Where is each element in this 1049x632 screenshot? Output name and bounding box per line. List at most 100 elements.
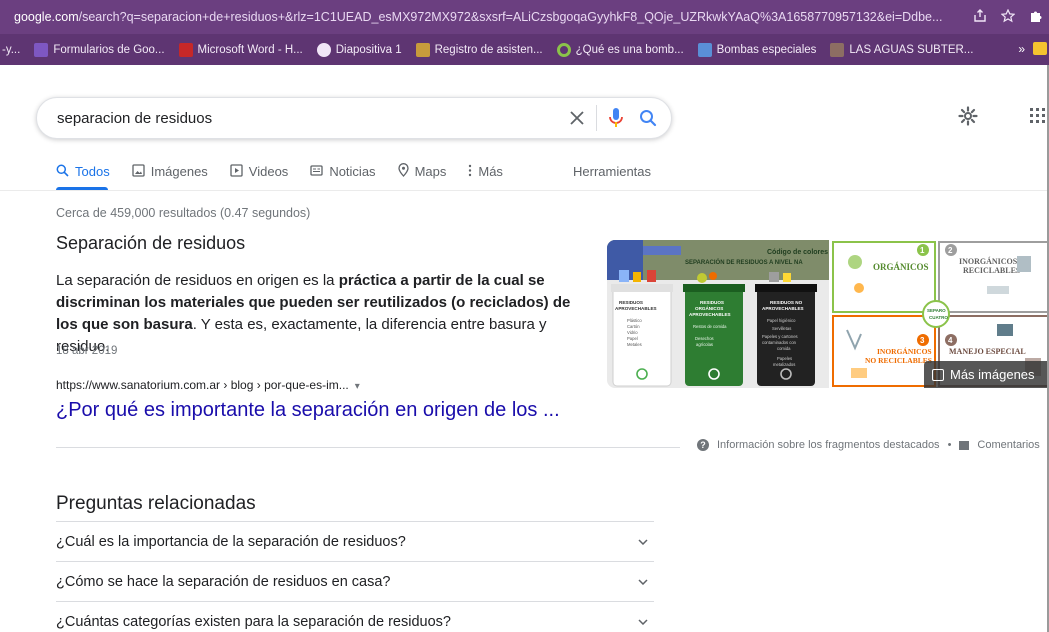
pump-icon (697, 42, 712, 57)
chevron-down-icon[interactable] (638, 617, 648, 627)
tab-maps[interactable]: Maps (397, 163, 447, 180)
search-tabs: Todos Imágenes Videos Noticias Maps Más (56, 163, 525, 180)
search-icon[interactable] (639, 109, 657, 127)
more-images-button[interactable]: Más imágenes (924, 361, 1049, 388)
url-path: /search?q=separacion+de+residuos+&rlz=1C… (78, 10, 943, 24)
svg-text:Papel: Papel (627, 336, 638, 341)
tab-imagenes[interactable]: Imágenes (132, 163, 208, 180)
svg-text:Restos de comida: Restos de comida (693, 324, 727, 329)
svg-text:Papeles: Papeles (777, 356, 792, 361)
microphone-icon[interactable] (609, 108, 623, 128)
tab-videos[interactable]: Videos (230, 163, 289, 180)
svg-text:metalizados: metalizados (773, 362, 795, 367)
search-box[interactable]: separacion de residuos (36, 97, 672, 139)
snippet-info-link[interactable]: Información sobre los fragmentos destaca… (717, 439, 940, 451)
snippet-text-part: La separación de residuos en origen es l… (56, 272, 339, 289)
svg-text:Papel higiénico: Papel higiénico (767, 318, 796, 323)
bookmark-item[interactable]: ¿Qué es una bomb... (556, 42, 684, 57)
tab-todos[interactable]: Todos (56, 164, 110, 180)
related-questions-title: Preguntas relacionadas (56, 493, 256, 514)
bookmark-label: LAS AGUAS SUBTER... (849, 43, 974, 56)
svg-text:1: 1 (920, 246, 925, 255)
bookmark-item[interactable]: -y... (2, 44, 20, 56)
tab-noticias[interactable]: Noticias (310, 164, 376, 180)
tab-label: Más (478, 164, 503, 179)
svg-text:2: 2 (948, 246, 953, 255)
clear-icon[interactable] (570, 107, 584, 129)
svg-text:Papeles y cartones: Papeles y cartones (762, 334, 798, 339)
question-text: ¿Cuántas categorías existen para la sepa… (56, 613, 451, 630)
more-vert-icon (468, 164, 472, 180)
video-icon (230, 163, 243, 180)
svg-text:comida: comida (777, 346, 791, 351)
settings-gear-icon[interactable] (958, 106, 978, 131)
result-cite[interactable]: https://www.sanatorium.com.ar › blog › p… (56, 378, 360, 392)
bookmark-item[interactable]: Registro de asisten... (415, 42, 543, 57)
bookmarks-overflow-button[interactable]: » (1018, 42, 1025, 56)
word-icon (178, 42, 193, 57)
feedback-flag-icon (959, 440, 970, 450)
result-title-link[interactable]: ¿Por qué es importante la separación en … (56, 399, 560, 422)
share-icon[interactable] (973, 8, 987, 26)
snippet-feedback: ? Información sobre los fragmentos desta… (697, 439, 1040, 451)
svg-text:ORGÁNICOS: ORGÁNICOS (695, 305, 723, 311)
caret-down-icon[interactable]: ▾ (355, 381, 360, 392)
bookmark-item[interactable]: LAS AGUAS SUBTER... (830, 42, 974, 57)
search-icon (56, 164, 69, 180)
bookmark-label: Bombas especiales (716, 43, 817, 56)
svg-text:Desechos: Desechos (695, 336, 714, 341)
search-input[interactable]: separacion de residuos (57, 110, 570, 127)
svg-text:Plástico: Plástico (627, 318, 642, 323)
separator-dot: • (947, 439, 952, 451)
bookmark-star-icon[interactable] (1000, 8, 1016, 26)
tab-mas[interactable]: Más (468, 164, 503, 180)
tools-button[interactable]: Herramientas (573, 164, 651, 179)
img1-header-top: Código de colores (767, 249, 828, 256)
svg-text:SEPARO: SEPARO (927, 308, 946, 313)
tab-label: Maps (414, 164, 447, 179)
tab-label: Noticias (329, 164, 376, 179)
svg-text:RECICLABLES: RECICLABLES (963, 266, 1021, 275)
related-question[interactable]: ¿Cómo se hace la separación de residuos … (56, 561, 654, 601)
svg-text:contaminados con: contaminados con (762, 340, 797, 345)
folder-icon[interactable] (1033, 42, 1047, 55)
feedback-link[interactable]: Comentarios (977, 439, 1039, 451)
svg-text:NO RECICLABLES: NO RECICLABLES (865, 356, 932, 365)
header-divider (0, 190, 1049, 191)
svg-text:Cartón: Cartón (627, 324, 640, 329)
svg-text:RESIDUOS NO: RESIDUOS NO (770, 300, 803, 305)
result-stats: Cerca de 459,000 resultados (0.47 segund… (56, 206, 311, 220)
globe-icon (316, 42, 331, 57)
img1-bin1-title2: APROVECHABLES (615, 306, 657, 311)
news-icon (310, 164, 323, 180)
image-bins-infographic: Código de colores SEPARACIÓN DE RESIDUOS… (607, 240, 829, 388)
bookmark-item[interactable]: Microsoft Word - H... (178, 42, 303, 57)
bookmark-item[interactable]: Diapositiva 1 (316, 42, 402, 57)
search-divider (596, 105, 597, 131)
img1-header: SEPARACIÓN DE RESIDUOS A NIVEL NA (685, 258, 803, 266)
related-question[interactable]: ¿Cuál es la importancia de la separación… (56, 521, 654, 561)
address-bar[interactable]: google.com/search?q=separacion+de+residu… (0, 0, 1049, 34)
extensions-puzzle-icon[interactable] (1029, 9, 1043, 26)
bookmark-item[interactable]: Bombas especiales (697, 42, 817, 57)
apps-grid-icon[interactable] (1030, 108, 1046, 129)
forms-icon (34, 42, 49, 57)
site-icon (415, 42, 430, 57)
url-field[interactable]: google.com/search?q=separacion+de+residu… (14, 10, 965, 24)
svg-text:Vidrio: Vidrio (627, 330, 638, 335)
bookmark-item[interactable]: Formularios de Goo... (34, 42, 165, 57)
map-pin-icon (397, 163, 409, 180)
svg-text:APROVECHABLES: APROVECHABLES (689, 312, 731, 317)
svg-text:Servilletas: Servilletas (772, 326, 791, 331)
tab-label: Videos (248, 164, 289, 179)
image-icon (132, 163, 145, 180)
chevron-down-icon[interactable] (638, 577, 648, 587)
chevron-down-icon[interactable] (638, 537, 648, 547)
bookmark-label: Diapositiva 1 (335, 43, 402, 56)
related-question[interactable]: ¿Cuántas categorías existen para la sepa… (56, 601, 654, 632)
img2-inorganicos-reciclables: INORGÁNICOS (959, 256, 1018, 266)
bookmark-label: -y... (2, 43, 21, 56)
cite-url: https://www.sanatorium.com.ar › blog › p… (56, 378, 349, 392)
img1-bin1-title: RESIDUOS (619, 300, 643, 305)
bookmark-label: Registro de asisten... (434, 43, 543, 56)
